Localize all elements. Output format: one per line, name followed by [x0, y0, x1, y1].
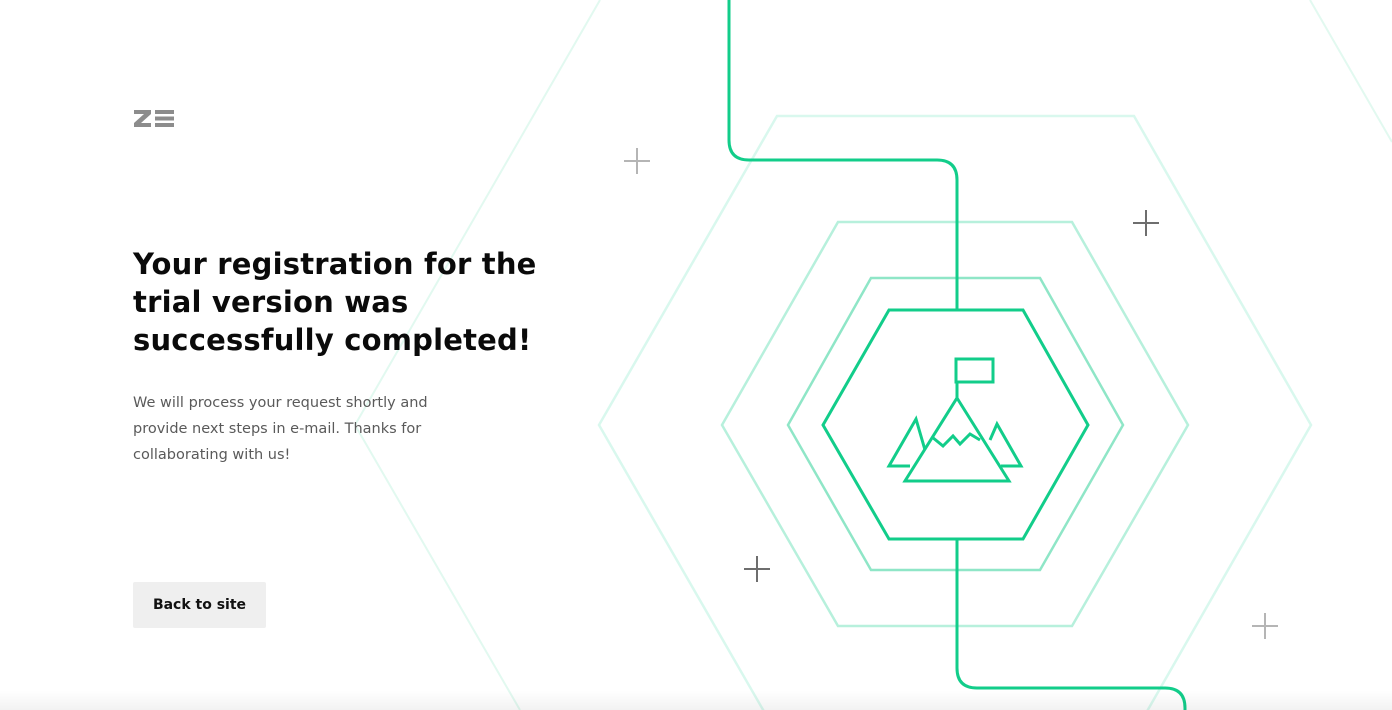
plus-icon	[744, 556, 770, 582]
plus-icon	[624, 148, 650, 174]
connector-line-bottom	[955, 538, 1187, 710]
bottom-shadow	[0, 690, 1392, 710]
faint-line-left-top	[354, 0, 601, 426]
hexagon-inner	[821, 308, 1090, 541]
description-text: We will process your request shortly and…	[133, 395, 428, 463]
plus-icon	[1133, 210, 1159, 236]
plus-icon	[1252, 613, 1278, 639]
connector-line-top	[727, 0, 959, 310]
ze-logo-icon[interactable]	[133, 108, 175, 128]
registration-success-page: Your registration for the trial version …	[0, 0, 1392, 710]
page-title: Your registration for the trial version …	[133, 247, 537, 357]
back-to-site-button[interactable]: Back to site	[133, 582, 266, 628]
faint-line-right-top	[1309, 0, 1392, 143]
